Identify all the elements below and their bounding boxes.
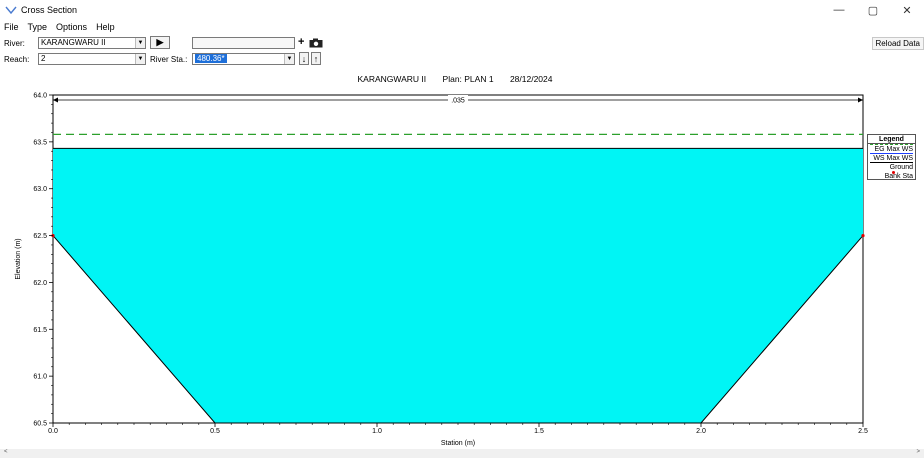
horizontal-scrollbar[interactable]: < > [0, 449, 924, 458]
river-select-value: KARANGWARU II [41, 38, 106, 47]
scroll-left-icon[interactable]: < [4, 449, 8, 455]
menu-bar: File Type Options Help [0, 20, 124, 34]
mannings-n-label: .035 [451, 98, 465, 105]
menu-file[interactable]: File [4, 22, 19, 32]
play-icon: ▶ [156, 37, 164, 47]
legend-item-bank: Bank Sta [868, 171, 915, 180]
profile-textbox[interactable] [192, 37, 295, 49]
camera-icon[interactable] [309, 38, 323, 48]
menu-type[interactable]: Type [28, 22, 48, 32]
cross-section-chart: .035 60.5 61.0 61.5 62.0 62.5 63.0 63.5 64.0 0.0 0… [15, 93, 868, 448]
y-tick-label-1: 61.0 [33, 374, 47, 381]
y-tick-label-7: 64.0 [33, 93, 47, 100]
x-tick-label-2: 1.0 [372, 428, 382, 435]
y-axis-title: Elevation (m) [15, 238, 22, 279]
y-tick-label-5: 63.0 [33, 186, 47, 193]
minimize-button[interactable]: — [822, 0, 856, 20]
x-tick-label-1: 0.5 [210, 428, 220, 435]
menu-options[interactable]: Options [56, 22, 87, 32]
title-bar: Cross Section — ▢ ✕ [0, 0, 924, 20]
x-tick-label-4: 2.0 [696, 428, 706, 435]
play-button[interactable]: ▶ [150, 36, 170, 49]
legend-ground-label: Ground [889, 164, 913, 171]
legend: Legend EG Max WS WS Max WS Ground Bank S… [867, 134, 916, 180]
legend-ws-label: WS Max WS [873, 155, 913, 162]
window-title: Cross Section [21, 5, 78, 15]
river-select[interactable]: KARANGWARU II ▼ [38, 37, 146, 49]
y-tick-label-6: 63.5 [33, 139, 47, 146]
legend-item-ws: WS Max WS [868, 153, 915, 162]
reload-data-button[interactable]: Reload Data [871, 37, 924, 50]
y-tick-label-2: 61.5 [33, 327, 47, 334]
x-axis-title: Station (m) [441, 440, 475, 447]
y-tick-label-4: 62.5 [33, 233, 47, 240]
legend-item-ground: Ground [868, 162, 915, 171]
x-tick-label-0: 0.0 [48, 428, 58, 435]
scroll-right-icon[interactable]: > [916, 449, 920, 455]
y-tick-label-3: 62.0 [33, 280, 47, 287]
chevron-down-icon: ▼ [135, 38, 145, 48]
legend-bank-label: Bank Sta [884, 173, 913, 180]
legend-eg-label: EG Max WS [874, 146, 913, 153]
x-tick-label-5: 2.5 [858, 428, 868, 435]
close-button[interactable]: ✕ [890, 0, 924, 20]
add-icon[interactable]: + [298, 37, 304, 48]
y-tick-label-0: 60.5 [33, 421, 47, 428]
legend-item-eg: EG Max WS [868, 144, 915, 153]
river-label: River: [4, 39, 25, 48]
maximize-button[interactable]: ▢ [856, 0, 890, 20]
x-tick-label-3: 1.5 [534, 428, 544, 435]
bank-station-marker-1 [861, 233, 865, 238]
app-icon [5, 6, 17, 15]
legend-title: Legend [868, 135, 915, 144]
menu-help[interactable]: Help [96, 22, 115, 32]
